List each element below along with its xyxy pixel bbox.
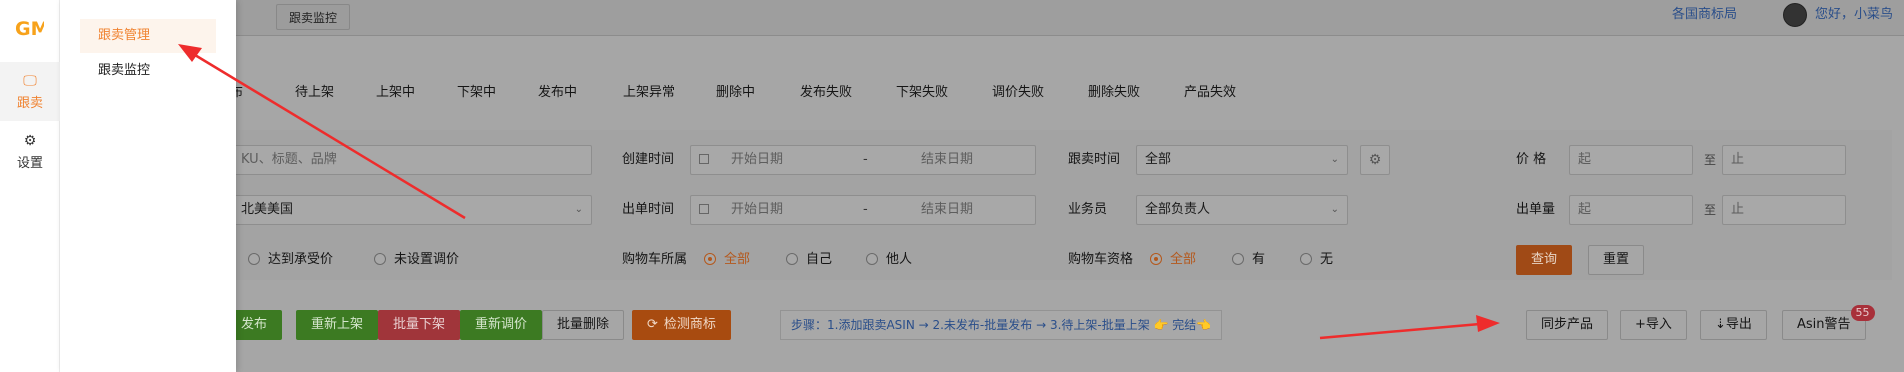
calendar-icon xyxy=(699,204,709,214)
create-time-range[interactable]: 开始日期 - 结束日期 xyxy=(690,145,1036,175)
export-button[interactable]: ⇣导出 xyxy=(1700,310,1767,340)
tab-deleting[interactable]: 删除中 xyxy=(716,84,755,102)
follow-time-label: 跟卖时间 xyxy=(1068,152,1121,167)
reset-button[interactable]: 重置 xyxy=(1588,245,1645,275)
batch-delist-button[interactable]: 批量下架 xyxy=(378,310,461,340)
top-bar: 跟卖监控 各国商标局 您好，小菜鸟 xyxy=(60,0,1904,36)
calendar-icon xyxy=(699,154,709,164)
tab-follow-monitor[interactable]: 跟卖监控 xyxy=(276,4,351,30)
app-logo-icon: GM xyxy=(15,18,44,40)
svg-text:GM: GM xyxy=(15,18,44,40)
sync-products-button[interactable]: 同步产品 xyxy=(1526,310,1609,340)
order-time-range[interactable]: 开始日期 - 结束日期 xyxy=(690,195,1036,225)
tab-pending-listing[interactable]: 待上架 xyxy=(295,84,334,102)
sidebar-item-settings[interactable]: ⚙ 设置 xyxy=(0,122,60,181)
salesman-select[interactable]: 全部负责人 ⌄ xyxy=(1136,195,1348,225)
submenu-item-follow-management[interactable]: 跟卖管理 xyxy=(80,19,216,53)
batch-delete-button[interactable]: 批量删除 xyxy=(542,310,625,340)
radio-cart-qual-no[interactable]: 无 xyxy=(1300,250,1333,270)
range-separator: 至 xyxy=(1704,153,1717,167)
range-separator: 至 xyxy=(1704,203,1717,217)
status-tabs: 布 待上架 上架中 下架中 发布中 上架异常 删除中 发布失败 下架失败 调价失… xyxy=(60,72,1892,116)
radio-cart-owner-self[interactable]: 自己 xyxy=(786,250,832,270)
reprice-button[interactable]: 重新调价 xyxy=(460,310,543,340)
monitor-icon: 🖵 xyxy=(23,73,37,89)
follow-time-select[interactable]: 全部 ⌄ xyxy=(1136,145,1348,175)
tab-delete-failed[interactable]: 删除失败 xyxy=(1088,84,1140,102)
publish-button[interactable]: 发布 xyxy=(232,310,283,340)
avatar[interactable] xyxy=(1783,3,1807,27)
region-trademark-link[interactable]: 各国商标局 xyxy=(1672,6,1737,24)
radio-cart-owner-all[interactable]: 全部 xyxy=(704,250,750,270)
tab-product-invalid[interactable]: 产品失效 xyxy=(1184,84,1236,102)
submenu-flyout: 跟卖管理 跟卖监控 xyxy=(60,0,236,372)
create-time-label: 创建时间 xyxy=(622,152,675,167)
tab-reprice-failed[interactable]: 调价失败 xyxy=(992,84,1044,102)
main-content: 跟卖监控 各国商标局 您好，小菜鸟 布 待上架 上架中 下架中 发布中 上架异常… xyxy=(60,0,1904,372)
price-label: 价 格 xyxy=(1516,152,1547,167)
gear-icon[interactable]: ⚙ xyxy=(1360,145,1390,175)
query-button[interactable]: 查询 xyxy=(1516,245,1573,275)
search-input[interactable]: KU、标题、品牌 xyxy=(232,145,592,175)
tab-publish-failed[interactable]: 发布失败 xyxy=(800,84,852,102)
filter-panel: KU、标题、品牌 创建时间 开始日期 - 结束日期 跟卖时间 全部 ⌄ ⚙ 价 格… xyxy=(60,130,1892,280)
order-qty-max-input[interactable]: 止 xyxy=(1722,195,1846,225)
price-min-input[interactable]: 起 xyxy=(1569,145,1693,175)
chevron-down-icon: ⌄ xyxy=(1330,154,1339,165)
tab-listing[interactable]: 上架中 xyxy=(376,84,415,102)
submenu-item-follow-monitor[interactable]: 跟卖监控 xyxy=(80,54,216,88)
chevron-down-icon: ⌄ xyxy=(1330,204,1339,215)
workflow-steps: 步骤：1.添加跟卖ASIN → 2.未发布-批量发布 → 3.待上架-批量上架 … xyxy=(780,310,1223,340)
salesman-label: 业务员 xyxy=(1068,202,1108,217)
asin-warning-button[interactable]: Asin警告 55 xyxy=(1782,305,1875,340)
tab-publishing[interactable]: 发布中 xyxy=(538,84,577,102)
check-trademark-button[interactable]: ⟳ 检测商标 xyxy=(632,310,731,340)
refresh-icon: ⟳ xyxy=(647,317,658,332)
gear-icon: ⚙ xyxy=(23,133,37,149)
order-qty-label: 出单量 xyxy=(1516,202,1556,217)
user-greeting[interactable]: 您好，小菜鸟 xyxy=(1815,6,1893,24)
radio-no-reprice[interactable]: 未设置调价 xyxy=(374,250,459,270)
tab-listing-error[interactable]: 上架异常 xyxy=(623,84,675,102)
sidebar: GM 🖵 跟卖 ⚙ 设置 xyxy=(0,0,60,372)
tab-delist-failed[interactable]: 下架失败 xyxy=(896,84,948,102)
cart-qual-label: 购物车资格 xyxy=(1068,252,1134,267)
asin-warning-count-badge: 55 xyxy=(1850,305,1875,321)
sidebar-item-follow-sell[interactable]: 🖵 跟卖 xyxy=(0,62,60,121)
order-qty-min-input[interactable]: 起 xyxy=(1569,195,1693,225)
chevron-down-icon: ⌄ xyxy=(574,204,583,215)
radio-cart-qual-all[interactable]: 全部 xyxy=(1150,250,1196,270)
radio-cart-owner-other[interactable]: 他人 xyxy=(866,250,912,270)
import-button[interactable]: +导入 xyxy=(1620,310,1687,340)
radio-reached-price[interactable]: 达到承受价 xyxy=(248,250,333,270)
cart-owner-label: 购物车所属 xyxy=(622,252,688,267)
tab-delisting[interactable]: 下架中 xyxy=(457,84,496,102)
price-max-input[interactable]: 止 xyxy=(1722,145,1846,175)
marketplace-select[interactable]: 北美美国 ⌄ xyxy=(232,195,592,225)
radio-cart-qual-yes[interactable]: 有 xyxy=(1232,250,1265,270)
action-bar: 发布 重新上架 批量下架 重新调价 批量删除 ⟳ 检测商标 步骤：1.添加跟卖AS… xyxy=(60,302,1892,348)
order-time-label: 出单时间 xyxy=(622,202,675,217)
relist-button[interactable]: 重新上架 xyxy=(296,310,379,340)
